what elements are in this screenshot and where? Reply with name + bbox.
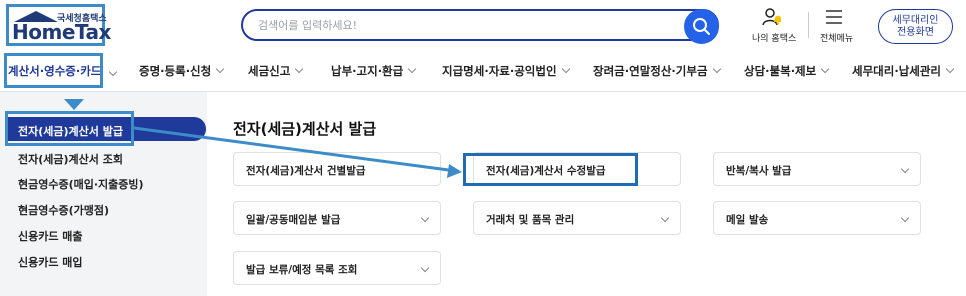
nav-item-incentives[interactable]: 장려금·연말정산·기부금 <box>593 63 721 79</box>
hamburger-icon[interactable] <box>825 9 843 24</box>
nav-highlight-box <box>4 53 103 88</box>
sidebar-item-card-sales[interactable]: 신용카드 매출 <box>18 228 83 244</box>
chevron-down-icon <box>420 263 430 273</box>
nav-item-payment[interactable]: 납부·고지·환급 <box>331 63 417 79</box>
card-label: 전자(세금)계산서 건별발급 <box>246 165 366 177</box>
nav-item-label: 세무대리·납세관리 <box>852 64 942 78</box>
tax-agent-button-line2: 전용화면 <box>897 27 934 38</box>
chevron-down-icon <box>945 64 955 74</box>
chevron-down-icon <box>820 64 830 74</box>
sidebar-highlight-box <box>5 111 134 146</box>
card-partner-management[interactable]: 거래처 및 품목 관리 <box>473 201 681 235</box>
person-bell-icon[interactable] <box>760 6 784 30</box>
tax-agent-button[interactable]: 세무대리인 전용화면 <box>878 9 953 44</box>
chevron-down-icon <box>561 64 570 74</box>
sidebar-item-cash-receipt-purchase[interactable]: 현금영수증(매입·지출증빙) <box>18 176 144 192</box>
search-button[interactable] <box>684 9 719 44</box>
nav-item-tax-filing[interactable]: 세금신고 <box>248 63 304 79</box>
card-label: 거래처 및 품목 관리 <box>486 214 575 226</box>
sidebar-item-cash-receipt-merchant[interactable]: 현금영수증(가맹점) <box>18 202 109 218</box>
chevron-down-icon <box>900 213 910 223</box>
tax-agent-button-line1: 세무대리인 <box>892 15 939 26</box>
search-icon <box>693 18 710 35</box>
card-repeat-issue[interactable]: 반복/복사 발급 <box>713 152 921 186</box>
card-highlight-box <box>463 153 638 186</box>
down-pointer-icon <box>64 99 84 110</box>
chevron-down-icon <box>215 64 225 74</box>
logo[interactable]: HomeTax <box>12 20 111 44</box>
chevron-down-icon <box>420 213 430 223</box>
nav-item-label: 상담·불복·제보 <box>744 64 817 78</box>
card-bulk-issue[interactable]: 일괄/공동매입분 발급 <box>233 201 441 235</box>
chevron-down-icon <box>900 164 910 174</box>
nav-item-tax-agent[interactable]: 세무대리·납세관리 <box>852 63 955 79</box>
sidebar-item-inquiry[interactable]: 전자(세금)계산서 조회 <box>18 151 123 167</box>
nav-item-label: 세금신고 <box>248 64 291 78</box>
card-label: 일괄/공동매입분 발급 <box>246 214 341 226</box>
chevron-down-icon <box>712 64 721 74</box>
card-label: 반복/복사 발급 <box>726 165 792 177</box>
card-mail-send[interactable]: 메일 발송 <box>713 201 921 235</box>
card-label: 메일 발송 <box>726 214 769 226</box>
nav-item-label: 납부·고지·환급 <box>331 64 404 78</box>
chevron-down-icon <box>407 64 417 74</box>
page-title: 전자(세금)계산서 발급 <box>233 120 377 138</box>
chevron-down-icon <box>104 63 118 82</box>
nav-item-label: 지급명세·자료·공익법인 <box>442 64 557 78</box>
nav-item-label: 증명·등록·신청 <box>139 64 212 78</box>
full-menu-label[interactable]: 전체메뉴 <box>820 31 853 44</box>
card-label: 발급 보류/예정 목록 조회 <box>246 264 358 276</box>
nav-item-label: 장려금·연말정산·기부금 <box>593 64 708 78</box>
card-pending-list[interactable]: 발급 보류/예정 목록 조회 <box>233 251 441 285</box>
nav-item-certificates[interactable]: 증명·등록·신청 <box>139 63 225 79</box>
chevron-down-icon <box>660 213 670 223</box>
search-placeholder: 검색어를 입력하세요! <box>258 19 357 32</box>
my-home-label[interactable]: 나의 홈택스 <box>752 31 796 44</box>
card-single-issue[interactable]: 전자(세금)계산서 건별발급 <box>233 152 441 186</box>
header-divider <box>808 12 809 38</box>
nav-item-statements[interactable]: 지급명세·자료·공익법인 <box>442 63 570 79</box>
sidebar-item-card-purchase[interactable]: 신용카드 매입 <box>18 254 83 270</box>
chevron-down-icon <box>295 64 304 74</box>
nav-item-consultation[interactable]: 상담·불복·제보 <box>744 63 830 79</box>
